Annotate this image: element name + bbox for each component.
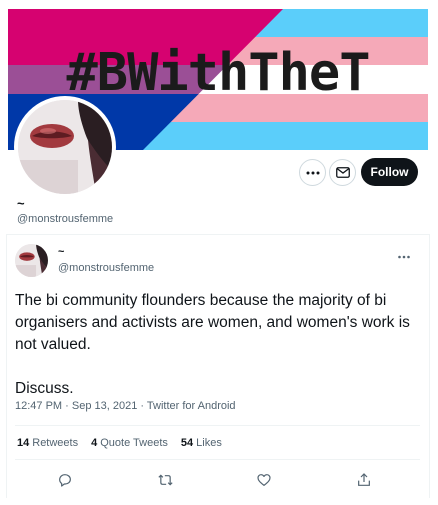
tweet-more-button[interactable]: [398, 246, 410, 262]
share-icon: [358, 473, 370, 486]
like-icon: [257, 474, 271, 486]
retweets-label: Retweets: [32, 437, 79, 449]
retweet-icon: [157, 474, 173, 486]
tweet-text: The bi community flounders because the m…: [15, 292, 410, 397]
follow-button[interactable]: Follow: [361, 158, 418, 186]
divider: [15, 459, 420, 460]
envelope-icon: [335, 167, 350, 178]
tweet-timestamp[interactable]: 12:47 PM · Sep 13, 2021 · Twitter for An…: [15, 400, 236, 412]
quote-tweets-stat[interactable]: 4 Quote Tweets: [91, 437, 168, 449]
share-button[interactable]: [354, 470, 374, 490]
message-button[interactable]: [329, 159, 356, 186]
like-button[interactable]: [254, 470, 274, 490]
ellipsis-icon: [306, 171, 319, 174]
quote-tweets-count: 4: [91, 437, 98, 449]
profile-more-button[interactable]: [299, 159, 326, 186]
retweet-button[interactable]: [155, 470, 175, 490]
retweets-stat[interactable]: 14 Retweets: [17, 437, 78, 449]
tweet-author-avatar[interactable]: [15, 244, 48, 277]
avatar-lips-image: [15, 244, 48, 277]
avatar-lips-image: [18, 100, 112, 194]
profile-display-name: ~: [17, 196, 25, 211]
quote-tweets-label: Quote Tweets: [100, 437, 168, 449]
retweets-count: 14: [17, 437, 30, 449]
banner-hashtag-text: #BWithTheT: [66, 43, 370, 103]
tweet-author-name[interactable]: ~: [58, 246, 64, 258]
ellipsis-icon: [398, 255, 410, 259]
tweet-author-handle[interactable]: @monstrousfemme: [58, 262, 154, 274]
divider: [15, 425, 420, 426]
likes-count: 54: [180, 437, 194, 449]
profile-handle[interactable]: @monstrousfemme: [17, 213, 113, 225]
profile-avatar[interactable]: [14, 96, 116, 198]
tweet-stats: 14 Retweets 4 Quote Tweets 54 Likes: [17, 437, 222, 449]
likes-label: Likes: [196, 437, 222, 449]
reply-button[interactable]: [55, 470, 75, 490]
reply-icon: [59, 474, 71, 487]
likes-stat[interactable]: 54 Likes: [181, 437, 222, 449]
